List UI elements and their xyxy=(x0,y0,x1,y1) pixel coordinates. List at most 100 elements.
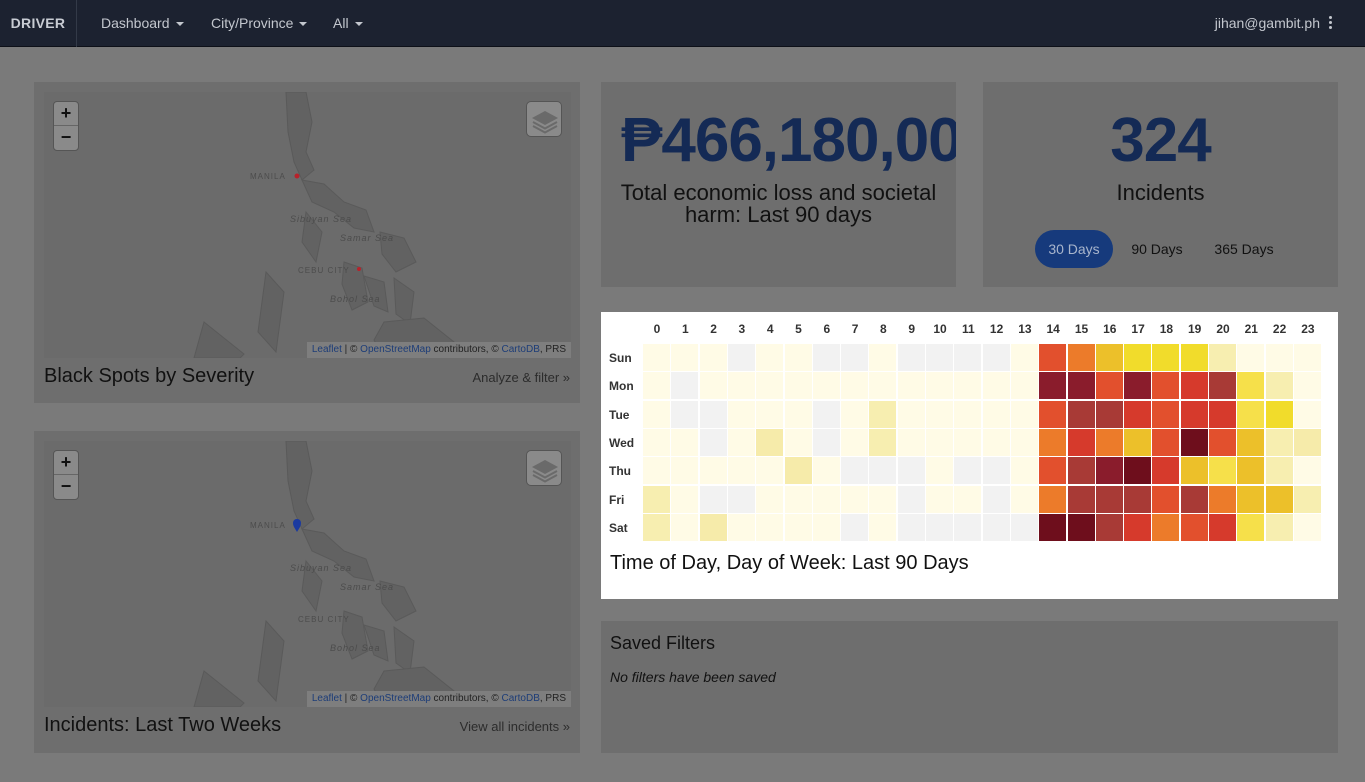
heatmap-cell xyxy=(812,457,840,485)
heatmap-cell xyxy=(1152,513,1180,541)
zoom-in-button[interactable]: + xyxy=(54,451,78,475)
heatmap-hour-label: 4 xyxy=(766,322,774,336)
heatmap-cell xyxy=(671,344,699,371)
heatmap-cell xyxy=(1067,485,1095,513)
heatmap-cell xyxy=(1124,457,1152,485)
view-all-incidents-link[interactable]: View all incidents » xyxy=(460,719,570,734)
incidents-map-panel: MANILA Sibuyan Sea Samar Sea CEBU CITY B… xyxy=(34,431,580,753)
nav-all-dropdown[interactable]: All xyxy=(333,0,363,47)
heatmap-cell xyxy=(982,485,1010,513)
map-label-samar-sea: Samar Sea xyxy=(340,582,395,592)
range-365-days-button[interactable]: 365 Days xyxy=(1205,230,1283,268)
osm-link[interactable]: OpenStreetMap xyxy=(360,344,431,355)
heatmap-cell xyxy=(1237,400,1265,428)
heatmap-cell xyxy=(1152,400,1180,428)
cartodb-link[interactable]: CartoDB xyxy=(502,344,540,355)
heatmap-hour-label: 3 xyxy=(738,322,746,336)
heatmap-cell xyxy=(926,372,953,400)
heatmap-cell xyxy=(1067,428,1095,456)
heatmap-cell xyxy=(1180,457,1208,485)
range-90-days-button[interactable]: 90 Days xyxy=(1123,230,1191,268)
heatmap-hour-label: 13 xyxy=(1018,322,1032,336)
economic-loss-value: ₱466,180,000 xyxy=(621,106,956,175)
heatmap-hour-label: 7 xyxy=(851,322,859,336)
brand-logo[interactable]: DRIVER xyxy=(0,0,77,47)
heatmap-cell xyxy=(727,400,755,428)
heatmap-cell xyxy=(756,372,784,400)
heatmap-cell xyxy=(869,485,897,513)
map-label-manila: MANILA xyxy=(250,521,286,530)
osm-link[interactable]: OpenStreetMap xyxy=(360,693,431,704)
heatmap-cell xyxy=(1265,400,1293,428)
heatmap-cell xyxy=(1237,485,1265,513)
nav-city-province-dropdown[interactable]: City/Province xyxy=(211,0,308,47)
heatmap-cell xyxy=(897,485,925,513)
heatmap-cell xyxy=(643,372,670,400)
heatmap-cell xyxy=(1180,485,1208,513)
heatmap-cell xyxy=(954,428,982,456)
heatmap-day-label: Thu xyxy=(609,464,631,479)
zoom-in-button[interactable]: + xyxy=(54,102,78,126)
zoom-out-button[interactable]: − xyxy=(54,475,78,499)
map-label-cebu-city: CEBU CITY xyxy=(298,266,350,275)
heatmap-cell xyxy=(1293,400,1321,428)
user-menu[interactable]: jihan@gambit.ph xyxy=(1215,0,1320,47)
heatmap-cell xyxy=(982,513,1010,541)
heatmap-cell xyxy=(1039,400,1067,428)
incidents-map[interactable]: MANILA Sibuyan Sea Samar Sea CEBU CITY B… xyxy=(44,441,571,707)
heatmap-grid xyxy=(643,344,1323,542)
heatmap-cell xyxy=(812,428,840,456)
heatmap-cell xyxy=(643,513,670,541)
layers-button[interactable] xyxy=(526,101,562,137)
map-label-bohol-sea: Bohol Sea xyxy=(330,643,381,653)
heatmap-hour-label: 1 xyxy=(681,322,689,336)
heatmap-cell xyxy=(1180,372,1208,400)
zoom-out-button[interactable]: − xyxy=(54,126,78,150)
heatmap-cell xyxy=(1010,485,1038,513)
heatmap-cell xyxy=(784,457,812,485)
leaflet-link[interactable]: Leaflet xyxy=(312,344,342,355)
economic-loss-caption-line1: Total economic loss and societal xyxy=(620,180,937,205)
heatmap-cell xyxy=(954,485,982,513)
heatmap-hour-label: 17 xyxy=(1131,322,1145,336)
heatmap-cell xyxy=(756,485,784,513)
heatmap-hour-label: 14 xyxy=(1046,322,1060,336)
heatmap-cell xyxy=(1095,372,1123,400)
heatmap-cell xyxy=(756,400,784,428)
analyze-filter-link[interactable]: Analyze & filter » xyxy=(472,370,570,385)
map-label-bohol-sea: Bohol Sea xyxy=(330,294,381,304)
heatmap-cell xyxy=(1209,372,1236,400)
leaflet-link[interactable]: Leaflet xyxy=(312,693,342,704)
range-30-days-button[interactable]: 30 Days xyxy=(1035,230,1113,268)
heatmap-cell xyxy=(1180,400,1208,428)
heatmap-cell xyxy=(1265,344,1293,371)
heatmap-cell xyxy=(1152,372,1180,400)
heatmap-hour-label: 5 xyxy=(795,322,802,336)
heatmap-cell xyxy=(1039,457,1067,485)
heatmap-cell xyxy=(699,513,727,541)
incident-marker xyxy=(293,519,301,532)
heatmap-cell xyxy=(1209,344,1236,371)
heatmap-cell xyxy=(727,428,755,456)
heatmap-cell xyxy=(671,457,699,485)
heatmap-cell xyxy=(1095,428,1123,456)
black-spots-map[interactable]: MANILA Sibuyan Sea Samar Sea CEBU CITY B… xyxy=(44,92,571,358)
heatmap-cell xyxy=(982,344,1010,371)
heatmap-day-label: Wed xyxy=(609,435,635,450)
attribution-text: , PRS xyxy=(539,693,566,704)
heatmap-cell xyxy=(1237,428,1265,456)
heatmap-hour-label: 6 xyxy=(823,322,831,336)
heatmap-title: Time of Day, Day of Week: Last 90 Days xyxy=(610,552,969,574)
heatmap-cell xyxy=(982,400,1010,428)
heatmap-cell xyxy=(643,485,670,513)
heatmap-cell xyxy=(1124,344,1152,371)
layers-button[interactable] xyxy=(526,450,562,486)
cartodb-link[interactable]: CartoDB xyxy=(502,693,540,704)
kebab-menu-icon[interactable] xyxy=(1329,16,1333,30)
nav-dashboard-dropdown[interactable]: Dashboard xyxy=(101,0,184,47)
heatmap-cell xyxy=(671,372,699,400)
incidents-count-label: Incidents xyxy=(1116,180,1205,205)
heatmap-hour-label: 8 xyxy=(880,322,887,336)
heatmap-cell xyxy=(1124,513,1152,541)
heatmap-cell xyxy=(643,344,670,371)
